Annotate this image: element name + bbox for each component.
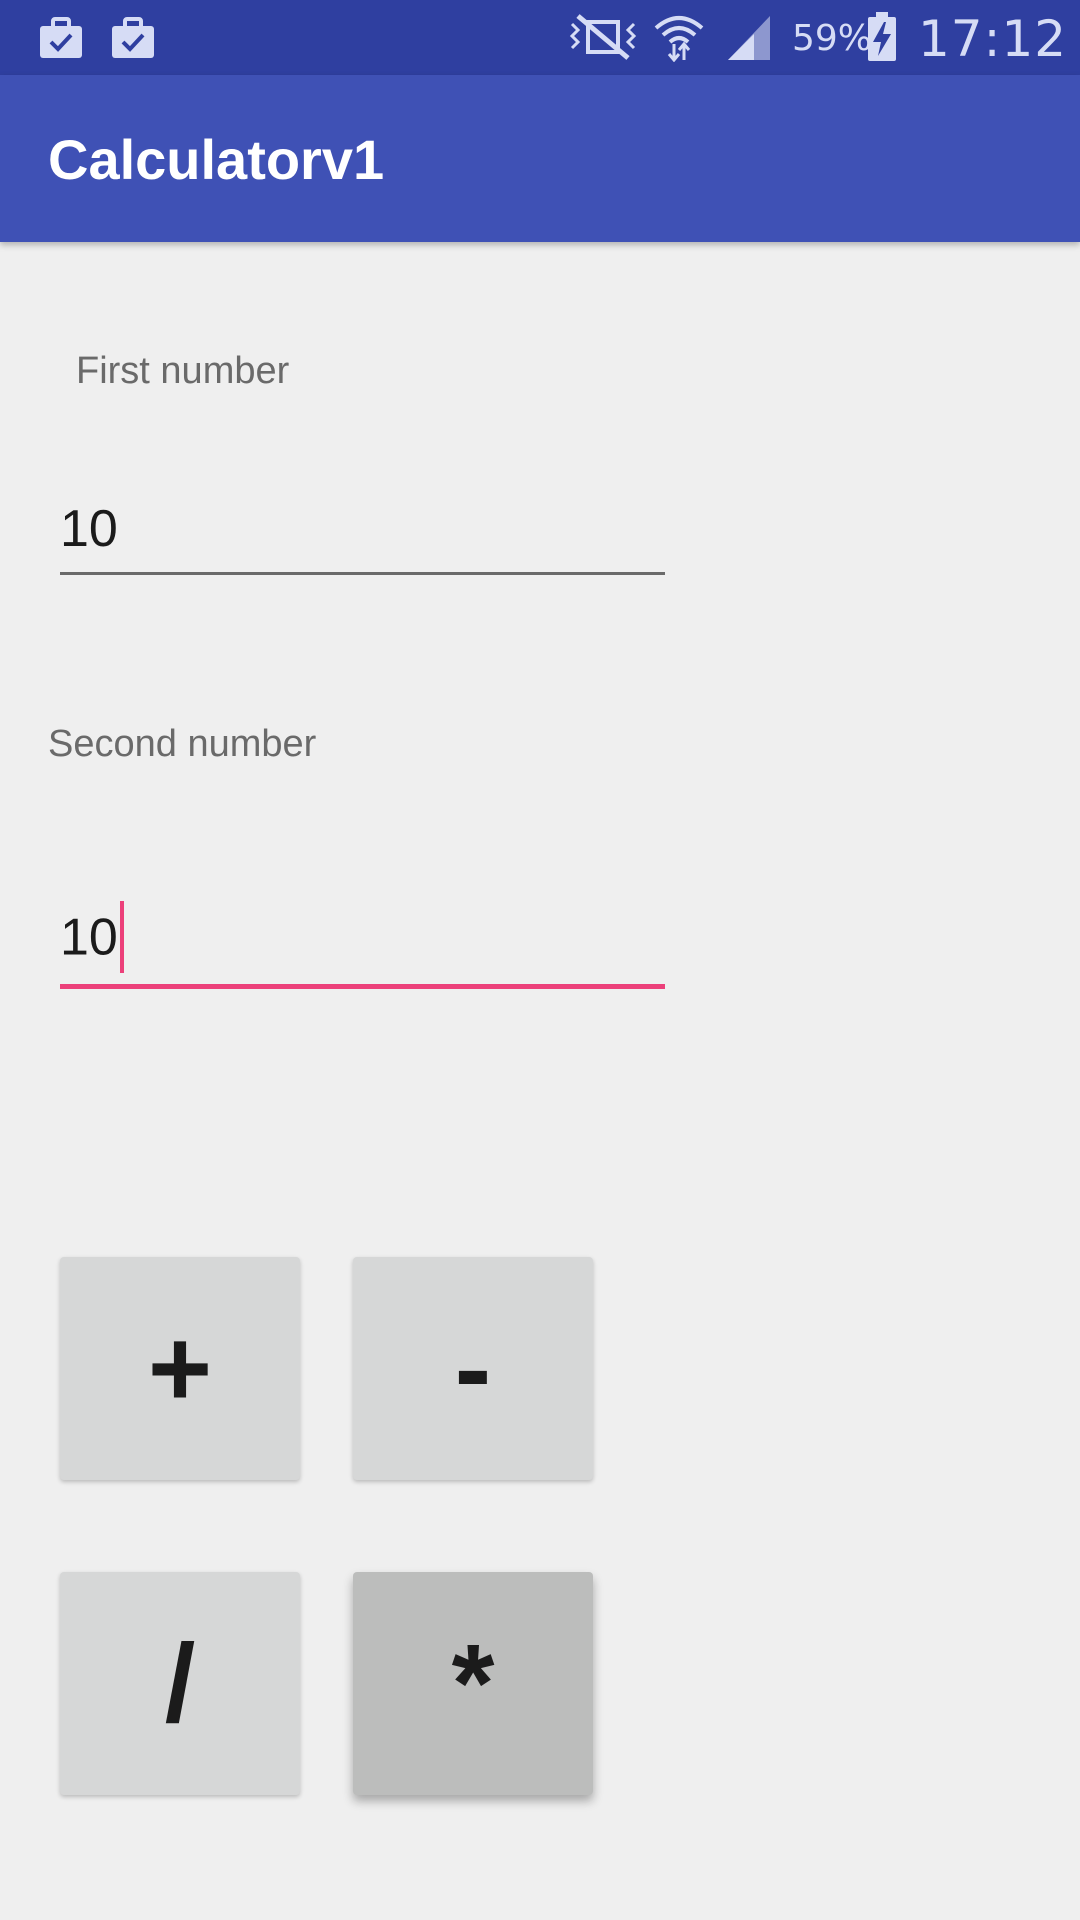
app-bar: Calculatorv1 [0,75,1080,242]
multiply-button[interactable]: * [353,1572,593,1795]
clock: 17:12 [918,10,1068,68]
battery-charging-icon [868,12,896,61]
first-number-label: First number [76,350,290,392]
first-number-underline [60,572,665,575]
wifi-icon [654,16,704,62]
first-number-input[interactable]: 10 [60,495,665,575]
briefcase-check-icon [40,17,82,58]
first-number-value: 10 [60,500,118,558]
briefcase-check-icon [112,17,154,58]
text-caret [119,901,124,973]
add-button[interactable]: + [60,1257,300,1480]
battery-percent: 59% [792,18,873,59]
subtract-button[interactable]: - [353,1257,593,1480]
second-number-underline [60,984,665,989]
second-number-input[interactable]: 10 [60,901,665,989]
vibrate-mute-icon [569,14,637,60]
status-bar: 59% 17:12 [0,0,1080,75]
signal-icon [728,16,770,60]
second-number-value: 10 [60,908,118,967]
second-number-label: Second number [48,723,317,765]
divide-button[interactable]: / [60,1572,300,1795]
app-title: Calculatorv1 [48,128,385,191]
